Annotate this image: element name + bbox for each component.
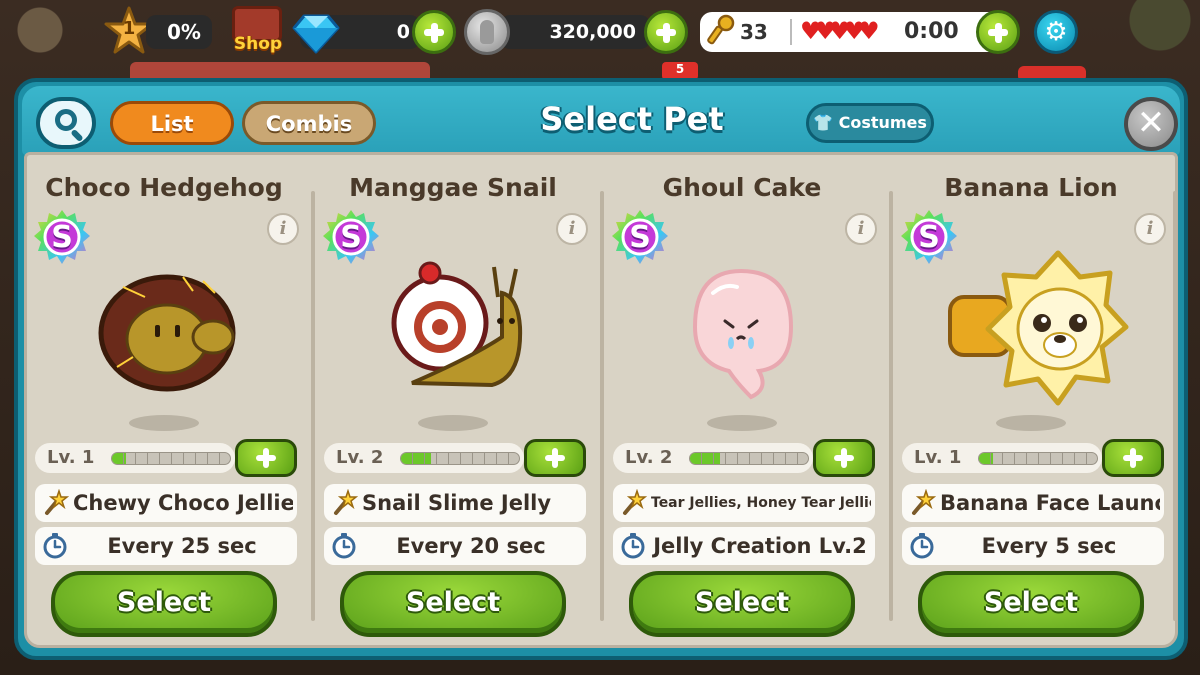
level-up-button[interactable] bbox=[813, 439, 875, 477]
xp-progress-bar bbox=[978, 452, 1098, 465]
interval-row: Jelly Creation Lv.2 bbox=[613, 527, 875, 565]
info-icon[interactable]: i bbox=[267, 213, 299, 245]
skill-name: Snail Slime Jelly bbox=[362, 491, 552, 515]
level-bar: Lv. 1 bbox=[902, 443, 1102, 473]
level-bar: Lv. 2 bbox=[613, 443, 813, 473]
level-up-button[interactable] bbox=[524, 439, 586, 477]
level-up-button[interactable] bbox=[235, 439, 297, 477]
pet-level: Lv. 1 bbox=[47, 447, 95, 468]
coin-count: 320,000 bbox=[549, 21, 636, 43]
shop-label: Shop bbox=[233, 34, 283, 54]
search-icon-handle bbox=[70, 128, 84, 143]
interval-row: Every 5 sec bbox=[902, 527, 1164, 565]
skill-row: Chewy Choco Jellies bbox=[35, 484, 297, 522]
level-up-button[interactable] bbox=[1102, 439, 1164, 477]
add-coins-button[interactable] bbox=[644, 10, 688, 54]
search-button[interactable] bbox=[36, 97, 96, 149]
add-energy-button[interactable] bbox=[976, 10, 1020, 54]
tab-combis[interactable]: Combis bbox=[242, 101, 376, 145]
skill-name: Banana Face Launch bbox=[940, 491, 1160, 515]
info-icon[interactable]: i bbox=[1134, 213, 1166, 245]
search-icon bbox=[55, 109, 77, 131]
wand-icon bbox=[912, 489, 936, 515]
tab-list[interactable]: List bbox=[110, 101, 234, 145]
key-icon bbox=[706, 14, 736, 53]
xp-ticks bbox=[690, 453, 808, 464]
pet-image bbox=[930, 247, 1130, 407]
costumes-button[interactable]: 👕 Costumes bbox=[806, 103, 934, 143]
pet-level: Lv. 1 bbox=[914, 447, 962, 468]
gem-count: 0 bbox=[396, 21, 410, 43]
key-count: 33 bbox=[740, 20, 768, 44]
select-button[interactable]: Select bbox=[918, 571, 1144, 637]
select-button[interactable]: Select bbox=[629, 571, 855, 637]
level-bar: Lv. 2 bbox=[324, 443, 524, 473]
pet-image bbox=[63, 247, 263, 407]
dialog-title: Select Pet bbox=[540, 100, 724, 138]
interval-row: Every 25 sec bbox=[35, 527, 297, 565]
skill-row: Snail Slime Jelly bbox=[324, 484, 586, 522]
xp-ticks bbox=[112, 453, 230, 464]
dialog-header: List Combis Select Pet 👕 Costumes ✕ bbox=[22, 86, 1180, 156]
info-icon[interactable]: i bbox=[845, 213, 877, 245]
pet-card: Banana Lion S i Lv. 1 Banana Face Launch… bbox=[890, 155, 1172, 645]
energy-timer: 0:00 bbox=[904, 19, 959, 44]
skill-name: Chewy Choco Jellies bbox=[73, 491, 293, 515]
pet-level: Lv. 2 bbox=[336, 447, 384, 468]
pet-shadow bbox=[996, 415, 1066, 431]
card-divider bbox=[1173, 191, 1177, 621]
xp-progress-bar bbox=[111, 452, 231, 465]
pet-card: Ghoul Cake S i Lv. 2 Tear Jellies, Honey… bbox=[601, 155, 883, 645]
skill-row: Tear Jellies, Honey Tear Jellies bbox=[613, 484, 875, 522]
coin-icon bbox=[464, 9, 510, 55]
close-button[interactable]: ✕ bbox=[1124, 97, 1178, 151]
level-bar: Lv. 1 bbox=[35, 443, 235, 473]
pet-name: Ghoul Cake bbox=[662, 173, 822, 202]
wand-icon bbox=[334, 489, 358, 515]
wand-icon bbox=[623, 489, 647, 515]
skill-interval: Every 25 sec bbox=[107, 534, 257, 558]
pet-shadow bbox=[129, 415, 199, 431]
level-progress-text: 0% bbox=[146, 15, 212, 49]
shirt-icon: 👕 bbox=[813, 113, 833, 132]
add-gems-button[interactable] bbox=[412, 10, 456, 54]
select-button[interactable]: Select bbox=[51, 571, 277, 637]
xp-progress-bar bbox=[400, 452, 520, 465]
pet-card: Choco Hedgehog S i Lv. 1 Chewy Choco Jel… bbox=[23, 155, 305, 645]
stopwatch-icon bbox=[910, 533, 934, 559]
stopwatch-icon bbox=[621, 533, 645, 559]
select-button[interactable]: Select bbox=[340, 571, 566, 637]
skill-name: Tear Jellies, Honey Tear Jellies bbox=[651, 495, 871, 511]
pet-level: Lv. 2 bbox=[625, 447, 673, 468]
skill-interval: Jelly Creation Lv.2 bbox=[653, 534, 867, 558]
xp-progress-bar bbox=[689, 452, 809, 465]
pet-image bbox=[641, 247, 841, 407]
pet-card: Manggae Snail S i Lv. 2 Snail Slime Jell… bbox=[312, 155, 594, 645]
interval-row: Every 20 sec bbox=[324, 527, 586, 565]
info-icon[interactable]: i bbox=[556, 213, 588, 245]
crystal-icon bbox=[292, 8, 340, 56]
heart-icons: ♥♥♥♥♥ bbox=[800, 17, 880, 45]
settings-gear-icon[interactable]: ⚙ bbox=[1034, 10, 1078, 54]
xp-ticks bbox=[979, 453, 1097, 464]
pet-name: Choco Hedgehog bbox=[45, 173, 283, 202]
pet-shadow bbox=[418, 415, 488, 431]
hud-divider bbox=[790, 19, 792, 45]
top-hud: 1 0% Shop 0 320,000 33 ♥♥♥♥♥ 0:00 ⚙ bbox=[0, 0, 1200, 68]
pet-image bbox=[352, 247, 552, 407]
wand-icon bbox=[45, 489, 69, 515]
skill-interval: Every 5 sec bbox=[981, 534, 1117, 558]
stopwatch-icon bbox=[332, 533, 356, 559]
shop-button[interactable]: Shop bbox=[228, 4, 288, 60]
costumes-label: Costumes bbox=[838, 113, 927, 132]
skill-interval: Every 20 sec bbox=[396, 534, 546, 558]
pet-name: Manggae Snail bbox=[349, 173, 557, 202]
pet-shadow bbox=[707, 415, 777, 431]
stopwatch-icon bbox=[43, 533, 67, 559]
pet-name: Banana Lion bbox=[944, 173, 1118, 202]
skill-row: Banana Face Launch bbox=[902, 484, 1164, 522]
xp-ticks bbox=[401, 453, 519, 464]
